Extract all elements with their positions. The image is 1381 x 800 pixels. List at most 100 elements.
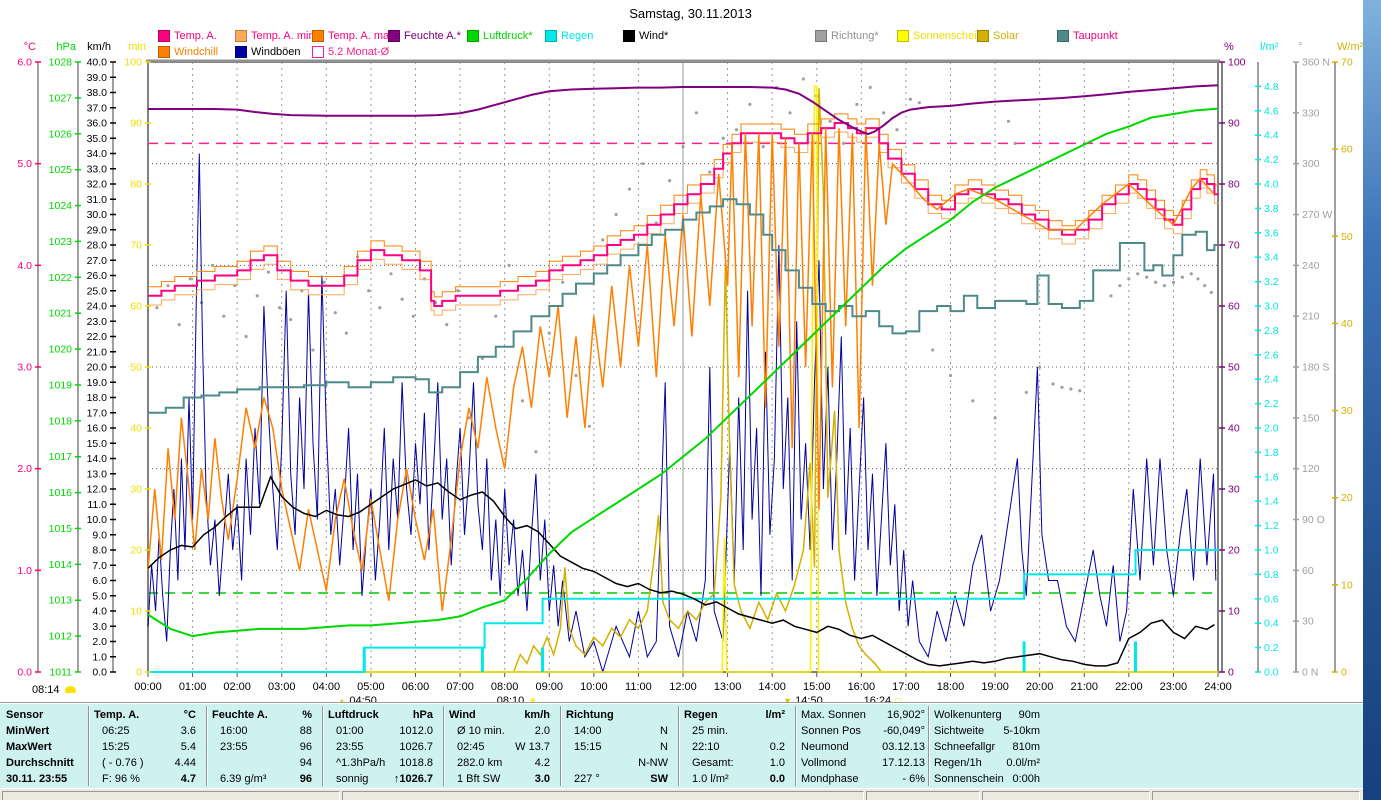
svg-text:21.0: 21.0 xyxy=(87,346,108,358)
svg-text:30: 30 xyxy=(130,484,142,496)
svg-text:23:00: 23:00 xyxy=(1160,681,1188,693)
column-unit: % xyxy=(302,709,312,721)
svg-text:0: 0 xyxy=(1341,667,1347,679)
column-separator xyxy=(322,706,323,786)
svg-text:2.6: 2.6 xyxy=(1264,349,1279,361)
svg-text:240: 240 xyxy=(1302,260,1320,272)
svg-text:1012: 1012 xyxy=(49,631,73,643)
svg-text:26.0: 26.0 xyxy=(87,270,108,282)
svg-text:13:00: 13:00 xyxy=(714,681,742,693)
svg-text:50: 50 xyxy=(130,362,142,374)
svg-text:30.0: 30.0 xyxy=(87,209,108,221)
window-edge xyxy=(1363,0,1381,800)
svg-text:210: 210 xyxy=(1302,311,1320,323)
svg-text:29.0: 29.0 xyxy=(87,224,108,236)
status-bar xyxy=(0,788,1363,800)
svg-text:70: 70 xyxy=(130,240,142,252)
table-value: SW xyxy=(650,773,668,785)
table-value: N xyxy=(660,725,668,737)
svg-text:24:00: 24:00 xyxy=(1204,681,1232,693)
sensor-table: Sensor MinWert MaxWert Durchschnitt 30.11. 2… xyxy=(0,704,1363,788)
svg-text:15.0: 15.0 xyxy=(87,438,108,450)
svg-text:14:00: 14:00 xyxy=(758,681,786,693)
svg-text:2.0: 2.0 xyxy=(1264,423,1279,435)
svg-text:1019: 1019 xyxy=(49,379,73,391)
column-unit: km/h xyxy=(524,709,550,721)
svg-text:36.0: 36.0 xyxy=(87,118,108,130)
svg-text:2.8: 2.8 xyxy=(1264,325,1279,337)
svg-text:3.6: 3.6 xyxy=(1264,227,1279,239)
svg-text:1028: 1028 xyxy=(49,57,73,69)
svg-text:40: 40 xyxy=(1228,423,1240,435)
svg-text:8.0: 8.0 xyxy=(92,545,107,557)
svg-text:11.0: 11.0 xyxy=(87,499,107,511)
svg-text:31.0: 31.0 xyxy=(87,194,108,206)
table-value: 96 xyxy=(299,741,312,753)
table-value: 1.0 xyxy=(769,757,785,769)
svg-text:25.0: 25.0 xyxy=(87,285,108,297)
svg-text:4.4: 4.4 xyxy=(1264,130,1279,142)
svg-text:16.0: 16.0 xyxy=(87,423,108,435)
svg-text:9.0: 9.0 xyxy=(92,529,107,541)
svg-text:2.0: 2.0 xyxy=(17,463,32,475)
svg-text:60: 60 xyxy=(130,301,142,313)
svg-text:°C: °C xyxy=(24,41,36,53)
svg-text:38.0: 38.0 xyxy=(87,87,108,99)
svg-text:1011: 1011 xyxy=(49,667,72,679)
svg-text:2.4: 2.4 xyxy=(1264,374,1279,386)
svg-text:150: 150 xyxy=(1302,412,1320,424)
svg-text:19.0: 19.0 xyxy=(87,377,108,389)
svg-text:4.2: 4.2 xyxy=(1264,154,1279,166)
svg-text:10.0: 10.0 xyxy=(87,514,108,526)
chart-grid xyxy=(147,62,1219,677)
svg-text:40: 40 xyxy=(130,423,142,435)
svg-text:40: 40 xyxy=(1341,318,1353,330)
table-value: 0.2 xyxy=(769,741,785,753)
svg-text:12.0: 12.0 xyxy=(87,484,108,496)
table-value: 88 xyxy=(299,725,312,737)
svg-text:40.0: 40.0 xyxy=(87,57,108,69)
svg-text:90: 90 xyxy=(130,118,142,130)
svg-text:6.0: 6.0 xyxy=(17,57,32,69)
svg-text:0: 0 xyxy=(136,667,142,679)
svg-text:1017: 1017 xyxy=(49,451,73,463)
column-unit: hPa xyxy=(412,709,433,721)
svg-text:20: 20 xyxy=(1228,545,1240,557)
svg-text:1024: 1024 xyxy=(49,200,73,212)
svg-text:0.4: 0.4 xyxy=(1264,618,1279,630)
svg-text:5.0: 5.0 xyxy=(92,590,107,602)
direction-axis: 0 N 30 60 90 O 120 150 180 S 210 240 270 W 300 330 3… xyxy=(1293,41,1332,679)
status-segment xyxy=(982,791,1150,800)
svg-text:1023: 1023 xyxy=(49,236,73,248)
svg-text:03:00: 03:00 xyxy=(268,681,296,693)
svg-text:1013: 1013 xyxy=(49,595,73,607)
status-segment xyxy=(342,791,864,800)
svg-text:70: 70 xyxy=(1341,57,1353,69)
column-unit: l/m² xyxy=(765,709,785,721)
table-value: 0.0 xyxy=(769,773,785,785)
svg-text:80: 80 xyxy=(130,179,142,191)
pressure-axis: 1011 1012 1013 1014 1015 1016 1017 1018 1019 1020… xyxy=(49,41,81,679)
svg-text:30: 30 xyxy=(1302,616,1314,628)
svg-text:hPa: hPa xyxy=(56,41,76,53)
svg-text:°: ° xyxy=(1298,41,1302,53)
svg-text:6.0: 6.0 xyxy=(92,575,107,587)
svg-text:300: 300 xyxy=(1302,158,1320,170)
status-segment xyxy=(1152,791,1360,800)
svg-text:100: 100 xyxy=(1228,57,1246,69)
svg-text:7.0: 7.0 xyxy=(92,560,107,572)
table-value: 2.0 xyxy=(534,725,550,737)
humidity-axis: 0 10 20 30 40 50 60 70 80 90 100% xyxy=(1219,41,1246,679)
status-segment xyxy=(866,791,980,800)
svg-text:27.0: 27.0 xyxy=(87,255,108,267)
svg-text:1025: 1025 xyxy=(49,164,73,176)
svg-text:10:00: 10:00 xyxy=(580,681,608,693)
svg-text:180 S: 180 S xyxy=(1302,362,1329,374)
sun-moon-info-value: 03.12.13 xyxy=(882,741,925,753)
svg-text:30: 30 xyxy=(1341,405,1353,417)
svg-text:06:00: 06:00 xyxy=(402,681,430,693)
svg-text:01:00: 01:00 xyxy=(179,681,207,693)
column-separator xyxy=(678,706,679,786)
svg-text:1.2: 1.2 xyxy=(1264,520,1279,532)
row-label: MaxWert xyxy=(6,741,52,753)
